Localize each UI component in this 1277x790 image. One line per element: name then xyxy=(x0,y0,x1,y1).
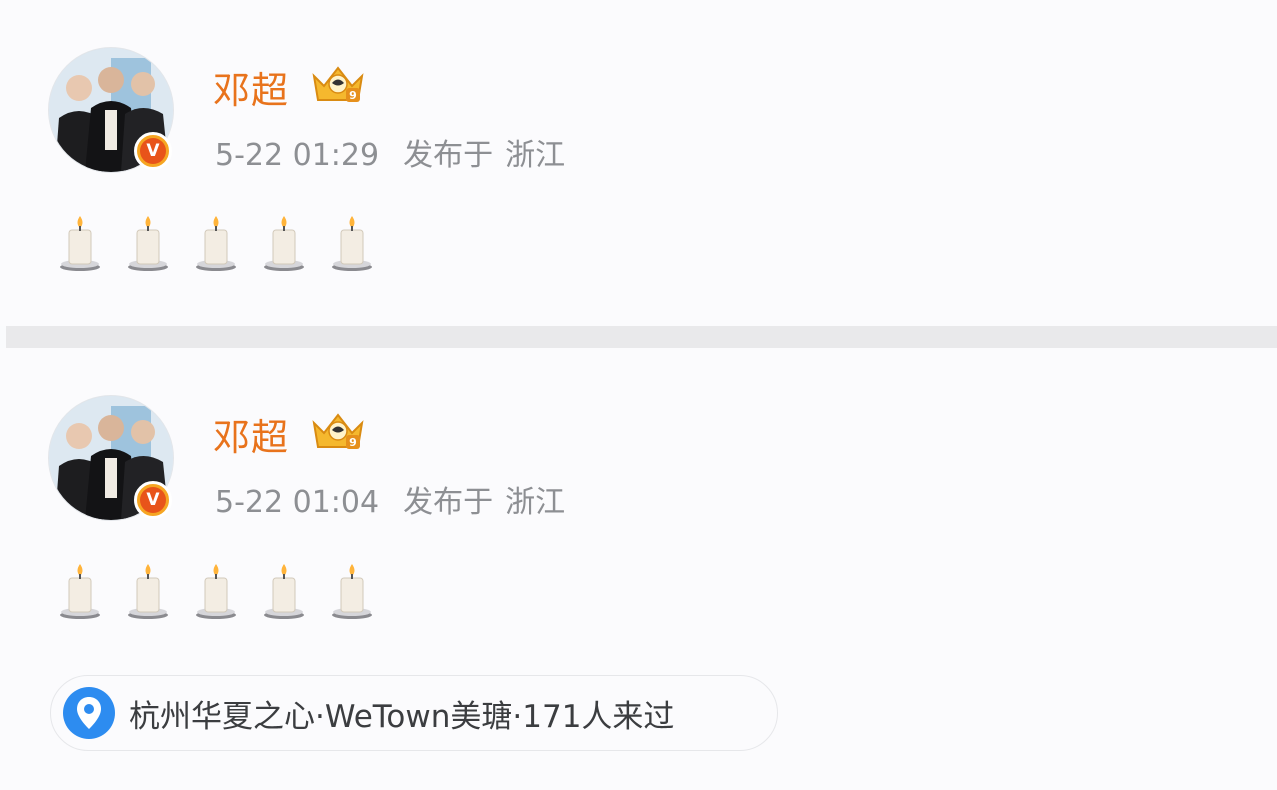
candle-icon xyxy=(327,212,377,272)
verified-letter: V xyxy=(140,487,166,513)
post-content xyxy=(55,212,377,272)
candle-icon xyxy=(327,560,377,620)
candle-icon xyxy=(191,212,241,272)
verified-letter: V xyxy=(140,138,166,164)
post-region: 浙江 xyxy=(505,485,566,520)
candle-icon xyxy=(55,212,105,272)
verified-badge-icon: V xyxy=(134,132,172,170)
username[interactable]: 邓超 xyxy=(213,60,289,114)
post-time: 5-22 01:04 xyxy=(215,485,380,520)
post-content xyxy=(55,560,377,620)
crown-level: 9 xyxy=(349,89,357,102)
crown-level: 9 xyxy=(349,436,357,449)
candle-icon xyxy=(123,212,173,272)
candle-icon xyxy=(259,560,309,620)
location-name: 杭州华夏之心·WeTown美瑭 xyxy=(129,698,513,735)
candle-icon xyxy=(259,212,309,272)
username[interactable]: 邓超 xyxy=(213,407,289,461)
post-meta: 5-22 01:04 发布于 浙江 xyxy=(215,477,565,521)
verified-badge-icon: V xyxy=(134,481,172,519)
location-visits: ·171人来过 xyxy=(512,698,675,735)
published-label: 发布于 xyxy=(403,138,494,173)
location-pin-icon xyxy=(63,687,115,739)
candle-icon xyxy=(123,560,173,620)
published-label: 发布于 xyxy=(403,485,494,520)
post-card: V 邓超 9 5-22 01:29 发布于 浙江 xyxy=(0,0,1277,326)
candle-icon xyxy=(55,560,105,620)
crown-level-icon: 9 xyxy=(312,66,364,102)
post-time: 5-22 01:29 xyxy=(215,138,380,173)
post-meta: 5-22 01:29 发布于 浙江 xyxy=(215,130,565,174)
post-divider xyxy=(6,326,1277,348)
location-tag[interactable]: 杭州华夏之心·WeTown美瑭 ·171人来过 xyxy=(50,675,778,751)
crown-level-icon: 9 xyxy=(312,413,364,449)
post-region: 浙江 xyxy=(505,138,566,173)
candle-icon xyxy=(191,560,241,620)
